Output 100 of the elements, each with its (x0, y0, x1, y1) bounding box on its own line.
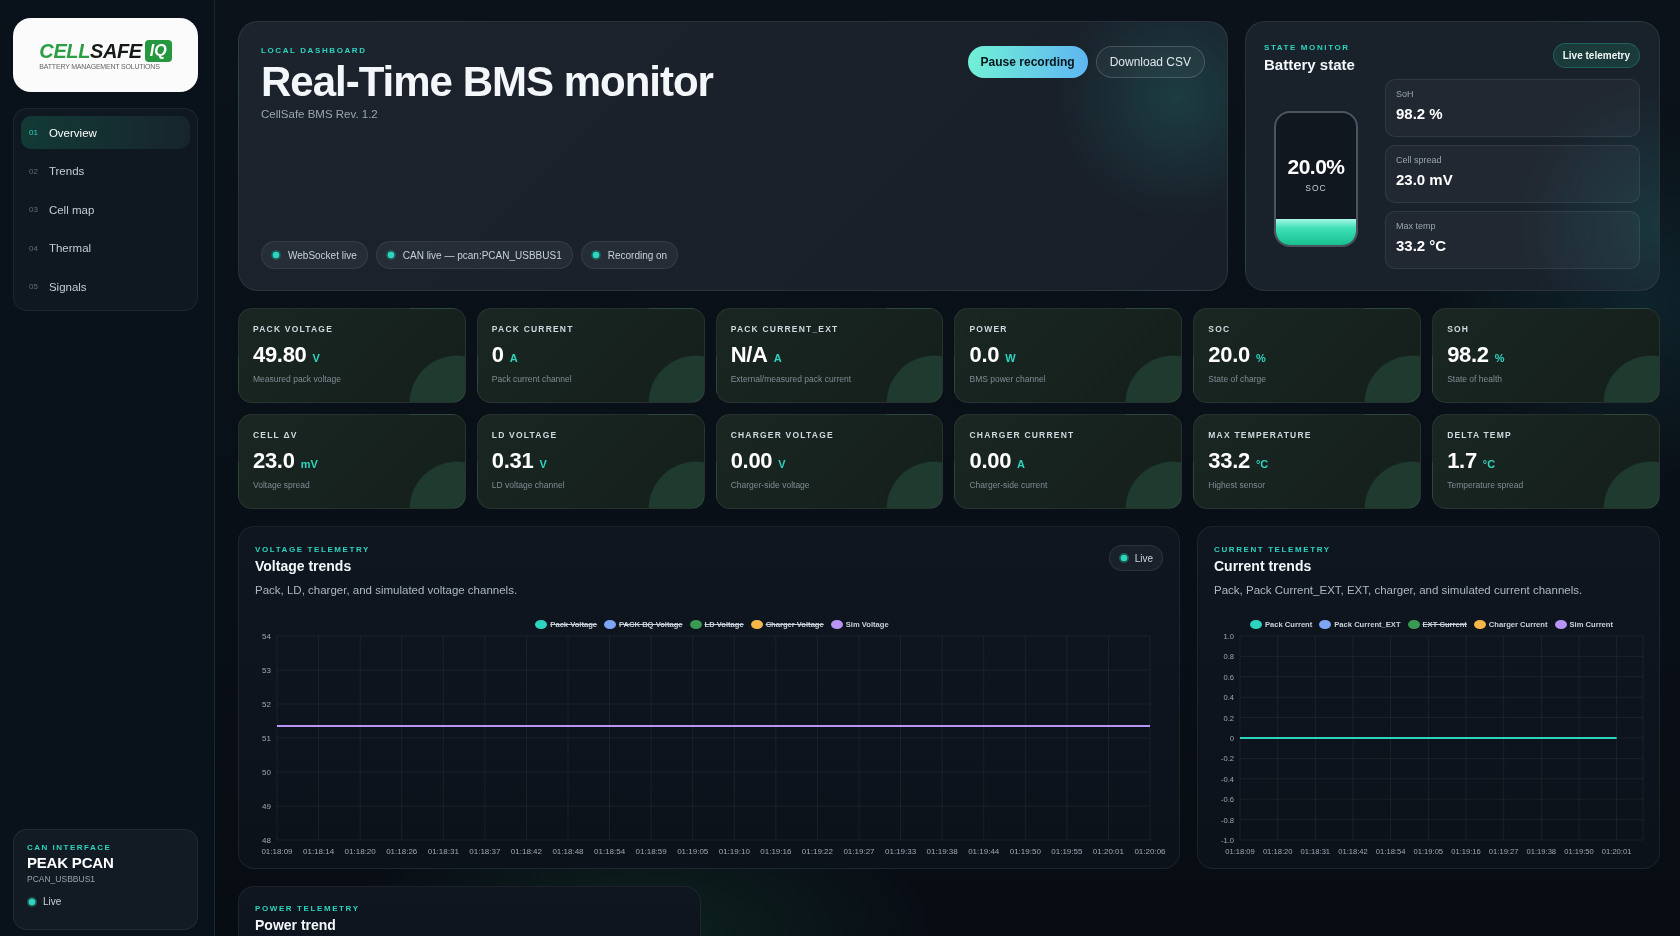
y-axis-label: 50 (262, 768, 271, 777)
metric-value: 49.80 (253, 342, 307, 368)
nav-item[interactable]: 01 Overview (21, 116, 190, 149)
logo-suffix: IQ (144, 40, 172, 62)
metric-description: BMS power channel (969, 374, 1046, 384)
metric-unit: A (773, 352, 782, 364)
pause-button[interactable]: Pause recording (967, 46, 1088, 78)
metric-description: External/measured pack current (730, 374, 852, 384)
status-dot-icon (1118, 553, 1129, 563)
device-name: PCAN_USBBUS1 (27, 874, 97, 884)
y-axis-label: 52 (262, 700, 271, 709)
x-axis-label: 01:18:26 (386, 847, 418, 856)
metric-label: PACK VOLTAGE (253, 324, 334, 334)
metric-description: Voltage spread (253, 480, 310, 490)
metric-label: SOH (1447, 324, 1470, 334)
stat-value: 23.0 mV (1396, 171, 1454, 188)
nav-item[interactable]: 03 Cell map (21, 193, 190, 227)
x-axis-label: 01:19:27 (843, 847, 875, 856)
metric-unit: °C (1482, 458, 1496, 470)
x-axis-label: 01:18:54 (594, 847, 626, 856)
metric-value: 0.31 (491, 448, 534, 474)
metric-unit: % (1494, 352, 1505, 364)
nav-item[interactable]: 04 Thermal (21, 231, 190, 265)
stat-value: 98.2 % (1396, 105, 1444, 122)
status-dot-icon (385, 250, 396, 260)
status-label: Live (43, 896, 62, 907)
metric-label: PACK CURRENT_EXT (730, 324, 839, 334)
x-axis-label: 01:19:22 (801, 847, 833, 856)
metric-value: N/A (730, 342, 768, 368)
metric-value: 0.00 (969, 448, 1012, 474)
x-axis-label: 01:18:14 (303, 847, 335, 856)
section-eyebrow: CURRENT TELEMETRY (1214, 545, 1332, 554)
metric-label: LD VOLTAGE (491, 430, 558, 440)
metric-description: Charger-side voltage (730, 480, 810, 490)
metric-value: 20.0 (1208, 342, 1250, 368)
metric-value: 33.2 (1208, 448, 1250, 474)
section-eyebrow: POWER TELEMETRY (255, 904, 361, 913)
stat-value: 33.2 °C (1396, 237, 1448, 254)
metric-unit: % (1255, 352, 1266, 364)
x-axis-label: 01:19:33 (885, 847, 917, 856)
x-axis-label: 01:19:50 (1009, 847, 1041, 856)
status-label: WebSocket live (288, 249, 357, 261)
metric-label: DELTA TEMP (1447, 430, 1512, 440)
metric-unit: mV (300, 458, 318, 470)
metric-label: CHARGER VOLTAGE (730, 430, 834, 440)
metric-unit: A (1017, 458, 1026, 470)
metric-value: 0.0 (969, 342, 1000, 368)
x-axis-label: 01:19:05 (677, 847, 709, 856)
card-title: Power trend (255, 917, 337, 933)
section-eyebrow: LOCAL DASHBOARD (261, 46, 368, 55)
metric-value: 23.0 (253, 448, 295, 474)
metric-value: 0.00 (730, 448, 773, 474)
status-label: CAN live — pcan:PCAN_USBBUS1 (402, 249, 562, 261)
metric-unit: A (509, 352, 518, 364)
metric-value: 1.7 (1447, 448, 1477, 474)
nav-item[interactable]: 02 Trends (21, 154, 190, 188)
metric-unit: °C (1255, 458, 1269, 470)
metric-value: 98.2 (1447, 342, 1489, 368)
metric-unit: V (312, 352, 320, 364)
x-axis-label: 01:20:01 (1092, 847, 1124, 856)
status-label: Live (1134, 552, 1153, 564)
page-title: Real-Time BMS monitor (261, 58, 713, 106)
metric-description: Charger-side current (969, 480, 1048, 490)
x-axis-label: 01:18:37 (469, 847, 501, 856)
interface-title: PEAK PCAN (27, 854, 115, 871)
metric-unit: V (539, 458, 547, 470)
metric-label: PACK CURRENT (491, 324, 574, 334)
metric-label: SOC (1208, 324, 1231, 334)
stat-label: SoH (1396, 89, 1415, 99)
x-axis-label: 01:18:09 (261, 847, 293, 856)
section-eyebrow: STATE MONITOR (1264, 43, 1351, 52)
nav-item[interactable]: 05 Signals (21, 270, 190, 304)
telemetry-tag: Live telemetry (1552, 43, 1640, 68)
metric-description: State of health (1447, 374, 1502, 384)
metric-label: POWER (969, 324, 1008, 334)
card-title: Current trends (1214, 558, 1313, 574)
metric-unit: W (1005, 352, 1016, 364)
x-axis-label: 01:18:31 (427, 847, 459, 856)
y-axis-label: 53 (262, 666, 271, 675)
card-description: Pack, LD, charger, and simulated voltage channels. (255, 584, 519, 596)
download-button[interactable]: Download CSV (1095, 46, 1205, 78)
status-dot-icon (590, 250, 601, 260)
section-eyebrow: CAN INTERFACE (27, 843, 113, 852)
status-label: Recording on (607, 249, 668, 261)
metric-value: 0 (491, 342, 504, 368)
y-axis-label: 49 (262, 802, 271, 811)
metric-label: CHARGER CURRENT (969, 430, 1075, 440)
soc-label: SOC (1305, 183, 1327, 193)
page-subtitle: CellSafe BMS Rev. 1.2 (261, 108, 379, 120)
metric-label: CELL ΔV (253, 430, 298, 440)
status-dot-icon (27, 896, 37, 907)
y-axis-label: 51 (262, 734, 271, 743)
status-dot-icon (271, 250, 281, 260)
x-axis-label: 01:18:48 (552, 847, 584, 856)
metric-description: Temperature spread (1447, 480, 1524, 490)
x-axis-label: 01:19:16 (760, 847, 792, 856)
x-axis-label: 01:18:42 (510, 847, 542, 856)
x-axis-label: 01:19:55 (1051, 847, 1083, 856)
metric-unit: V (778, 458, 786, 470)
card-description: Pack, Pack Current_EXT, EXT, charger, and simulated current channels. (1214, 584, 1584, 596)
